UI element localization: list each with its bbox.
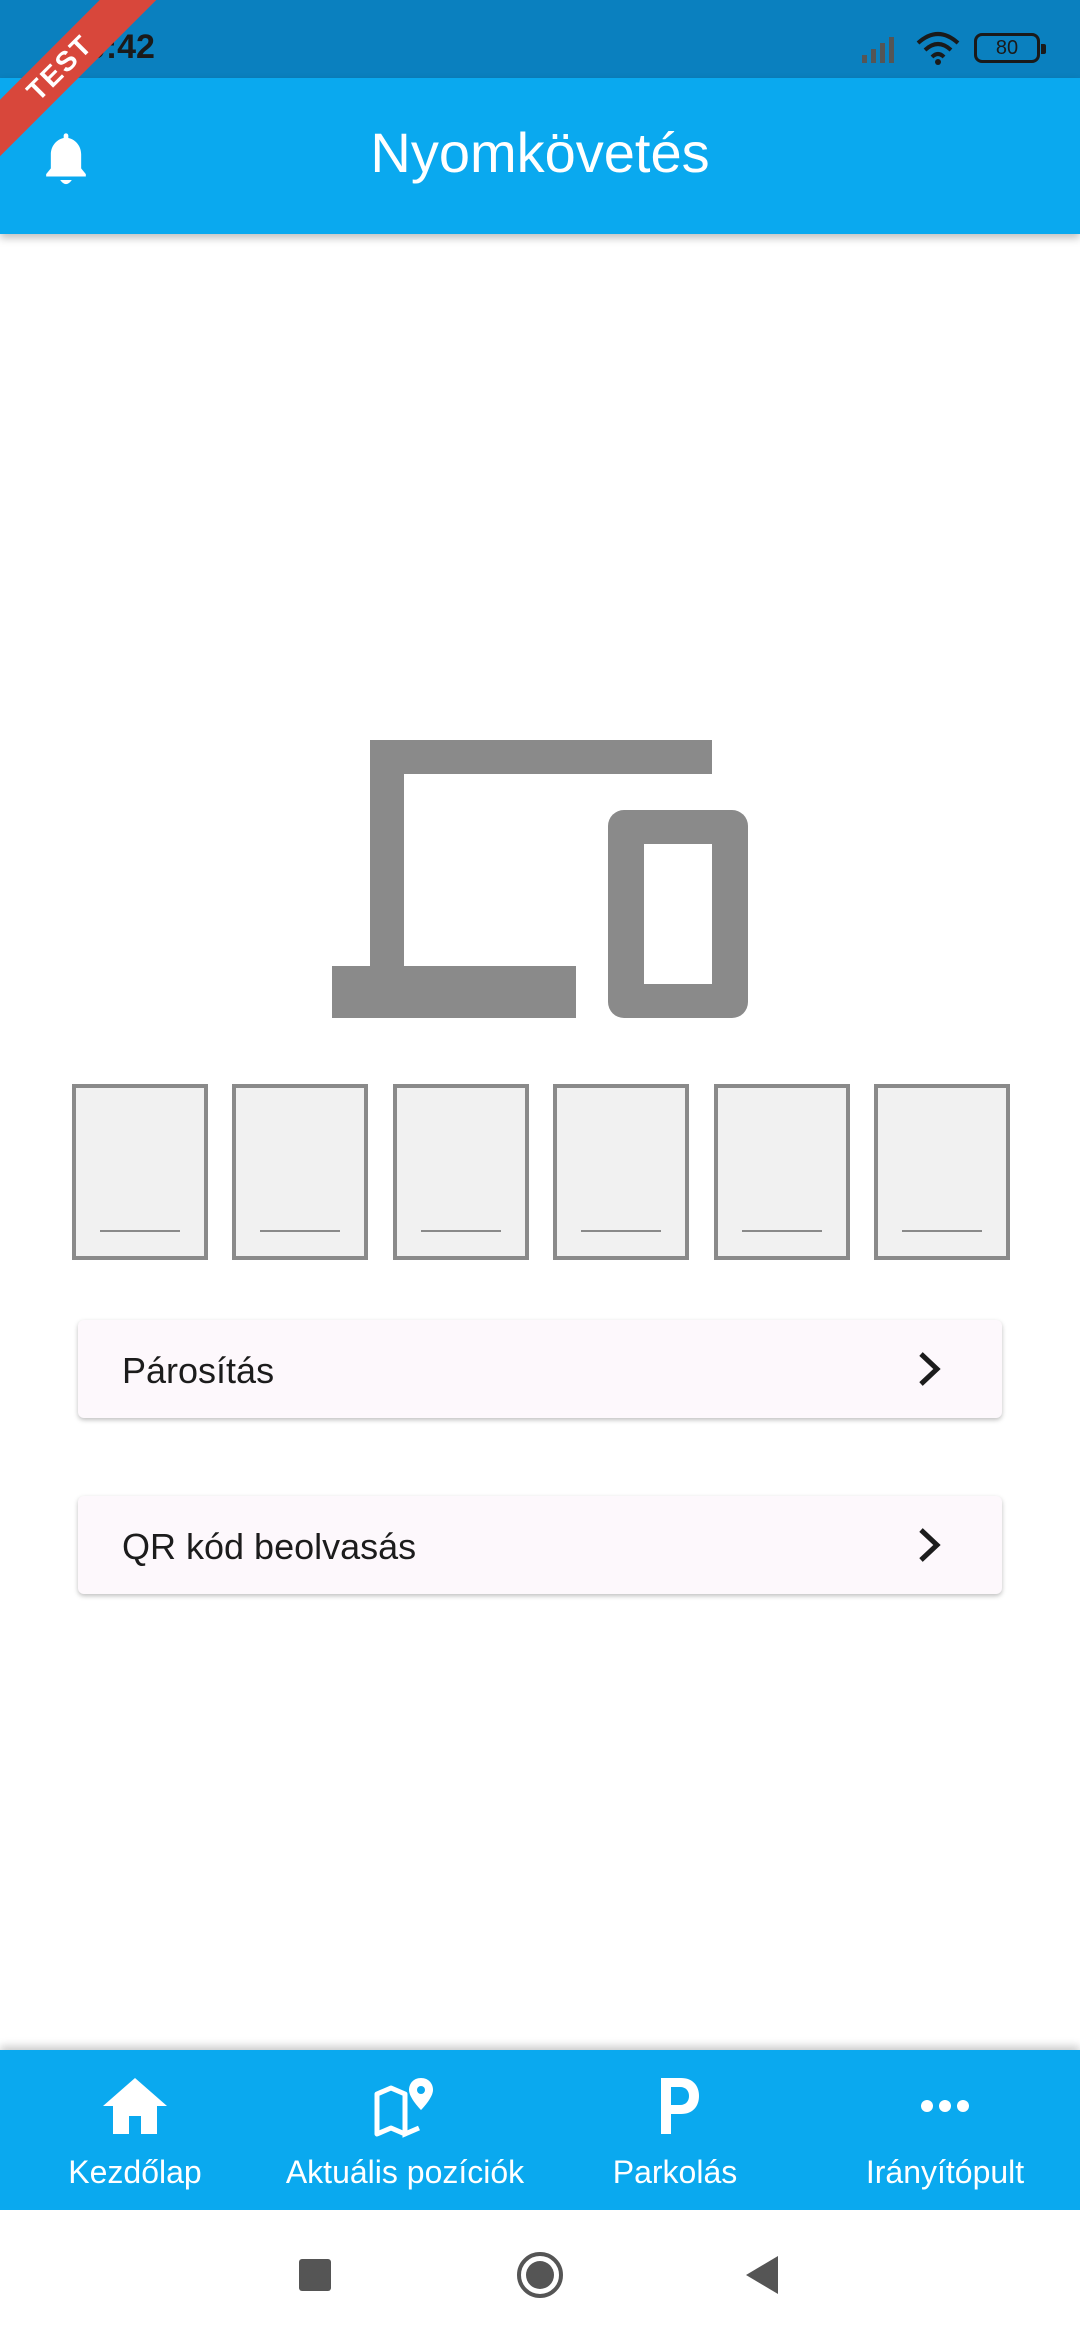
wifi-icon (916, 32, 960, 65)
pairing-button-label: Párosítás (122, 1350, 275, 1391)
code-digit-box[interactable] (553, 1084, 690, 1260)
code-digit-underline (100, 1230, 180, 1232)
signal-icon (862, 37, 894, 63)
code-digit-underline (420, 1230, 501, 1232)
recent-apps-icon[interactable] (290, 2250, 340, 2300)
home-button-icon[interactable] (515, 2250, 565, 2300)
devices-icon (332, 740, 748, 1018)
code-digit-box[interactable] (392, 1084, 529, 1260)
pairing-code-input[interactable] (72, 1084, 1010, 1260)
battery-indicator: 80 (974, 33, 1046, 63)
code-digit-underline (260, 1230, 341, 1232)
parking-icon (661, 2078, 699, 2134)
system-navigation-bar (0, 2210, 1080, 2340)
code-digit-underline (741, 1230, 822, 1232)
map-pin-icon (374, 2078, 433, 2138)
battery-level: 80 (995, 36, 1019, 59)
code-digit-box[interactable] (72, 1084, 208, 1260)
code-digit-underline (581, 1230, 662, 1232)
code-digit-box[interactable] (713, 1084, 850, 1260)
more-dots-icon (921, 2100, 969, 2112)
nav-item-parking[interactable]: Parkolás (540, 2050, 810, 2210)
status-time: 10:42 (68, 28, 155, 66)
qr-scan-button-label: QR kód beolvasás (122, 1526, 417, 1567)
nav-label-dashboard: Irányítópult (865, 2154, 1025, 2190)
nav-item-dashboard[interactable]: Irányítópult (810, 2050, 1080, 2210)
page-title: Nyomkövetés (370, 121, 710, 184)
chevron-right-icon (919, 1528, 941, 1562)
nav-item-current-positions[interactable]: Aktuális pozíciók (270, 2050, 540, 2210)
chevron-right-icon (919, 1352, 941, 1386)
nav-item-home[interactable]: Kezdőlap (0, 2050, 270, 2210)
code-digit-box[interactable] (873, 1084, 1010, 1260)
app-bar: Nyomkövetés (0, 78, 1080, 234)
qr-scan-button[interactable]: QR kód beolvasás (78, 1496, 1002, 1594)
nav-label-home: Kezdőlap (68, 2154, 202, 2190)
back-icon[interactable] (740, 2250, 790, 2300)
pairing-button[interactable]: Párosítás (78, 1320, 1002, 1418)
nav-label-parking: Parkolás (612, 2154, 738, 2190)
code-digit-box[interactable] (232, 1084, 369, 1260)
status-bar: 10:42 80 (0, 0, 1080, 78)
home-icon (103, 2078, 167, 2134)
status-icons: 80 (860, 28, 1046, 68)
bottom-navigation: Kezdőlap Aktuális pozíciók Parkolás Irán… (0, 2050, 1080, 2210)
code-digit-underline (901, 1230, 982, 1232)
nav-label-current-positions: Aktuális pozíciók (285, 2154, 525, 2190)
